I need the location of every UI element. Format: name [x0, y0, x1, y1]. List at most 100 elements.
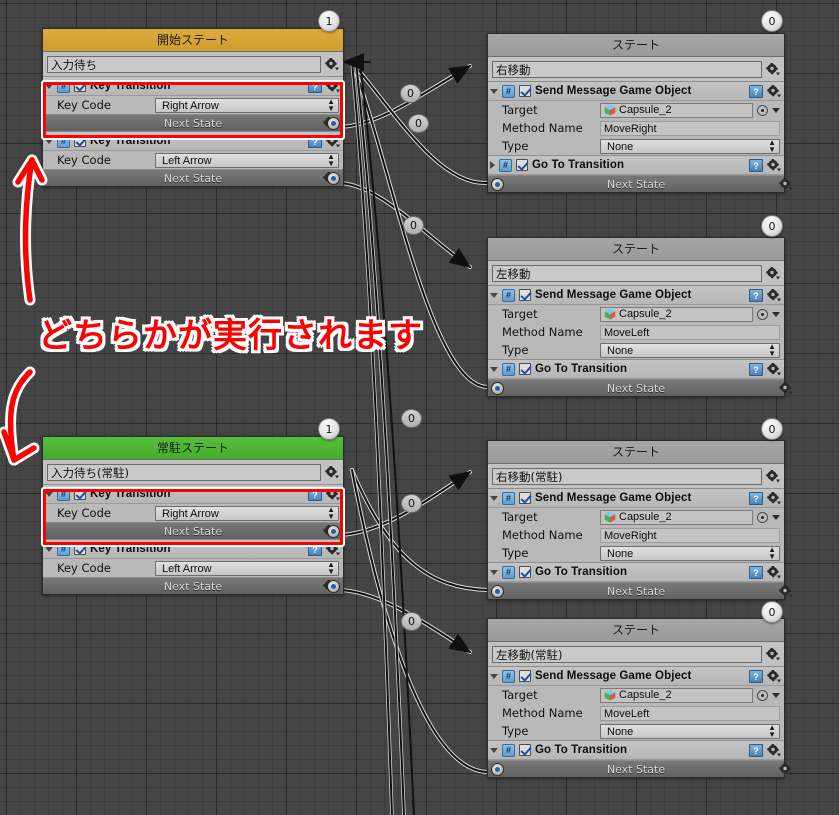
component-header[interactable]: Key Transition: [43, 540, 343, 559]
component-1[interactable]: Key Transition Key Code Left Arrow ▲▼ Next S…: [43, 540, 343, 594]
component-header[interactable]: Send Message Game Object: [488, 489, 784, 508]
property-dropdown[interactable]: None ▲ ▼: [600, 342, 780, 358]
property-dropdown[interactable]: None ▲ ▼: [600, 723, 780, 739]
state-name-field[interactable]: 入力待ち: [47, 55, 321, 73]
enable-checkbox[interactable]: [519, 566, 531, 578]
help-book-icon[interactable]: [308, 542, 322, 556]
gear-icon[interactable]: [767, 491, 781, 505]
property-row[interactable]: Target Capsule_2: [488, 101, 784, 119]
property-row[interactable]: Method Name MoveRight: [488, 526, 784, 544]
property-row[interactable]: Target Capsule_2: [488, 508, 784, 526]
gear-icon[interactable]: [767, 565, 781, 579]
next-state-row[interactable]: Next State: [488, 760, 793, 777]
foldout-expanded-icon[interactable]: [490, 569, 498, 575]
component-header[interactable]: Go To Transition: [488, 360, 784, 379]
enable-checkbox[interactable]: [519, 744, 531, 756]
foldout-expanded-icon[interactable]: [45, 83, 53, 89]
foldout-expanded-icon[interactable]: [490, 495, 498, 501]
enable-checkbox[interactable]: [74, 135, 86, 147]
help-book-icon[interactable]: [749, 491, 763, 505]
transition-port[interactable]: [327, 525, 340, 538]
chevron-down-icon[interactable]: [772, 311, 780, 317]
help-book-icon[interactable]: [749, 84, 763, 98]
next-state-row[interactable]: Next State: [43, 522, 343, 539]
enable-checkbox[interactable]: [519, 289, 531, 301]
property-row[interactable]: Method Name MoveRight: [488, 119, 784, 137]
help-book-icon[interactable]: [749, 288, 763, 302]
state-name-field[interactable]: 入力待ち(常駐): [47, 463, 321, 481]
gear-icon[interactable]: [325, 57, 339, 71]
enable-checkbox[interactable]: [519, 670, 531, 682]
transition-port[interactable]: [327, 117, 340, 130]
enable-checkbox[interactable]: [74, 488, 86, 500]
node-name-row[interactable]: 入力待ち(常駐): [43, 460, 343, 485]
state-name-field[interactable]: 右移動(常駐): [492, 467, 762, 485]
gear-icon[interactable]: [766, 469, 780, 483]
state-node-move-right[interactable]: ステート右移動 Send Message Game Object Target Cap…: [487, 33, 793, 193]
foldout-expanded-icon[interactable]: [45, 546, 53, 552]
gear-icon[interactable]: [767, 362, 781, 376]
next-state-row[interactable]: Next State: [488, 582, 793, 599]
component-header[interactable]: Send Message Game Object: [488, 667, 784, 686]
gear-icon[interactable]: [767, 288, 781, 302]
transition-port[interactable]: [491, 178, 504, 191]
transition-port[interactable]: [327, 580, 340, 593]
chevron-down-icon[interactable]: [772, 692, 780, 698]
property-dropdown[interactable]: Right Arrow ▲ ▼: [155, 97, 339, 113]
node-name-row[interactable]: 左移動(常駐): [488, 642, 784, 667]
component-0[interactable]: Send Message Game Object Target Capsule_2 M…: [488, 286, 784, 360]
node-header-resident-state[interactable]: 常駐ステート: [43, 437, 343, 460]
node-name-row[interactable]: 入力待ち: [43, 52, 343, 77]
object-field[interactable]: Capsule_2: [600, 687, 753, 703]
next-state-row[interactable]: Next State: [43, 169, 343, 186]
foldout-expanded-icon[interactable]: [490, 292, 498, 298]
state-name-field[interactable]: 右移動: [492, 60, 762, 78]
state-name-field[interactable]: 左移動(常駐): [492, 645, 762, 663]
foldout-expanded-icon[interactable]: [490, 747, 498, 753]
help-book-icon[interactable]: [749, 565, 763, 579]
property-row[interactable]: Key Code Right Arrow ▲ ▼: [43, 96, 343, 114]
property-row[interactable]: Type None ▲ ▼: [488, 137, 784, 155]
help-book-icon[interactable]: [749, 669, 763, 683]
component-0[interactable]: Key Transition Key Code Right Arrow ▲▼ Next …: [43, 485, 343, 540]
component-1[interactable]: Go To Transition Next State: [488, 741, 793, 777]
component-1[interactable]: Go To Transition Next State: [488, 563, 793, 599]
property-row[interactable]: Method Name MoveLeft: [488, 323, 784, 341]
property-dropdown[interactable]: Left Arrow ▲ ▼: [155, 152, 339, 168]
gear-icon[interactable]: [767, 669, 781, 683]
gear-icon[interactable]: [325, 465, 339, 479]
component-header[interactable]: Send Message Game Object: [488, 286, 784, 305]
node-header-move-left-resident[interactable]: ステート: [488, 619, 784, 642]
component-1[interactable]: Key Transition Key Code Left Arrow ▲▼ Next S…: [43, 132, 343, 186]
gear-icon[interactable]: [766, 62, 780, 76]
enable-checkbox[interactable]: [519, 85, 531, 97]
property-dropdown[interactable]: None ▲ ▼: [600, 138, 780, 154]
help-book-icon[interactable]: [749, 158, 763, 172]
state-node-resident-state[interactable]: 常駐ステート入力待ち(常駐) Key Transition Key Code Righ…: [42, 436, 344, 595]
node-header-start-state[interactable]: 開始ステート: [43, 29, 343, 52]
next-state-row[interactable]: Next State: [488, 379, 793, 396]
state-node-move-right-resident[interactable]: ステート右移動(常駐) Send Message Game Object Targe…: [487, 440, 793, 600]
state-node-move-left[interactable]: ステート左移動 Send Message Game Object Target Cap…: [487, 237, 793, 397]
foldout-expanded-icon[interactable]: [45, 138, 53, 144]
object-picker-icon[interactable]: [757, 689, 768, 701]
help-book-icon[interactable]: [749, 743, 763, 757]
state-node-move-left-resident[interactable]: ステート左移動(常駐) Send Message Game Object Targe…: [487, 618, 793, 778]
node-header-move-right-resident[interactable]: ステート: [488, 441, 784, 464]
node-header-move-left[interactable]: ステート: [488, 238, 784, 261]
property-row[interactable]: Type None ▲ ▼: [488, 544, 784, 562]
gear-icon[interactable]: [767, 743, 781, 757]
object-picker-icon[interactable]: [757, 104, 768, 116]
enable-checkbox[interactable]: [74, 543, 86, 555]
component-1[interactable]: Go To Transition Next State: [488, 156, 793, 192]
property-row[interactable]: Type None ▲ ▼: [488, 722, 784, 740]
component-header[interactable]: Key Transition: [43, 77, 343, 96]
chevron-down-icon[interactable]: [772, 107, 780, 113]
property-row[interactable]: Target Capsule_2: [488, 686, 784, 704]
gear-icon[interactable]: [326, 542, 340, 556]
next-state-row[interactable]: Next State: [488, 175, 793, 192]
property-row[interactable]: Key Code Left Arrow ▲ ▼: [43, 151, 343, 169]
component-header[interactable]: Key Transition: [43, 132, 343, 151]
chevron-down-icon[interactable]: [772, 514, 780, 520]
next-state-row[interactable]: Next State: [43, 114, 343, 131]
